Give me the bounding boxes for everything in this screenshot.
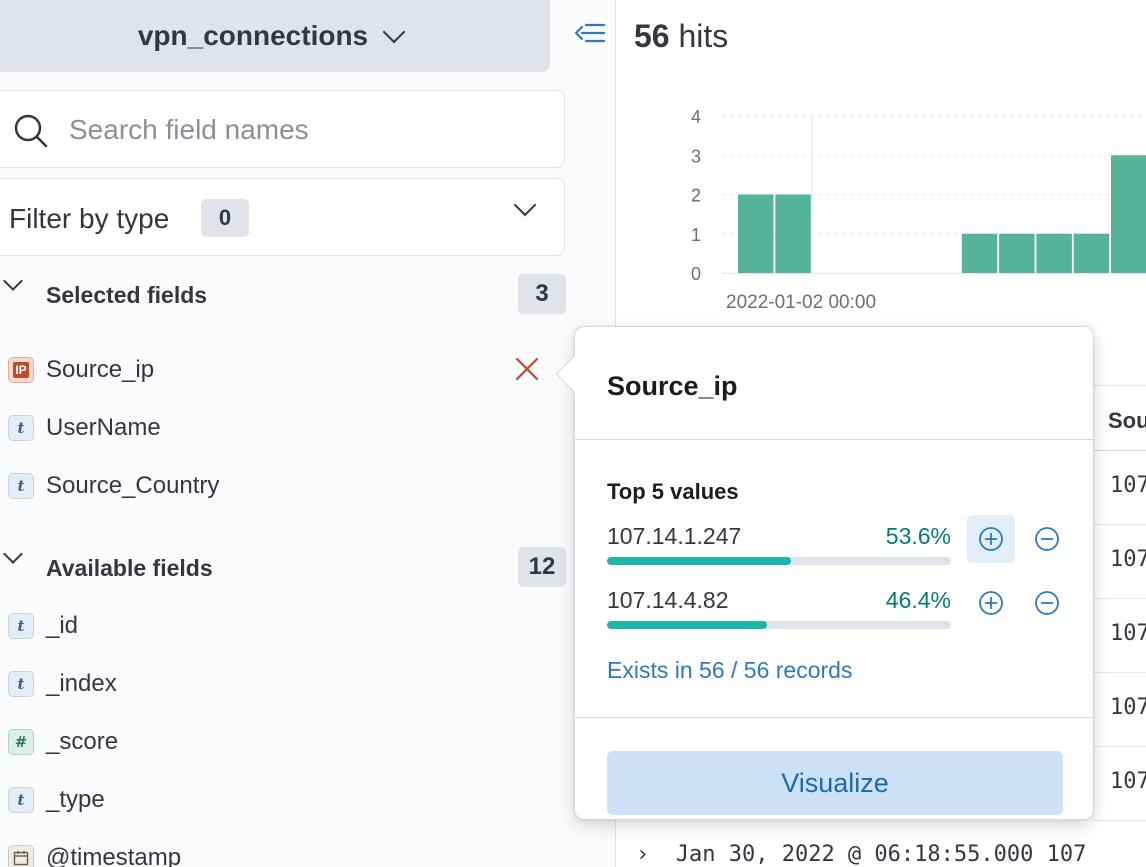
top-value-row: 107.14.1.247 53.6% [607, 515, 1077, 573]
selected-fields-toggle[interactable]: Selected fields 3 [0, 271, 566, 314]
row-timestamp: Jan 30, 2022 @ 06:18:55.000 107 [675, 842, 1087, 867]
expand-row-icon[interactable]: › [636, 842, 676, 867]
hits-count: 56 hits [634, 18, 728, 55]
available-fields-count: 12 [518, 547, 566, 587]
filter-out-value-button[interactable] [1023, 515, 1071, 563]
string-type-icon: t [8, 473, 34, 499]
table-row[interactable]: 107 [1092, 525, 1146, 599]
chevron-down-icon [513, 193, 537, 217]
field-name: _index [46, 670, 117, 697]
string-type-icon: t [8, 415, 34, 441]
visualize-button[interactable]: Visualize [607, 751, 1063, 815]
field-name: _type [46, 786, 105, 813]
y-tick-label: 1 [691, 225, 701, 245]
chevron-down-icon [3, 271, 23, 291]
search-field-input[interactable] [69, 113, 529, 147]
plus-circle-icon [979, 527, 1003, 551]
selected-fields-title: Selected fields [46, 282, 208, 308]
top-values-title: Top 5 values [607, 479, 739, 504]
histogram-bar [738, 194, 774, 273]
field-item-type[interactable]: t _type [0, 780, 560, 820]
table-row[interactable]: 107 [1092, 599, 1146, 673]
field-sidebar: vpn_connections Filter by type 0 Selecte… [0, 0, 615, 867]
histogram-bar [1111, 155, 1146, 273]
table-row[interactable]: 107 [1092, 747, 1146, 821]
collapse-sidebar-button[interactable] [572, 18, 608, 48]
collapse-left-icon [574, 23, 606, 43]
filter-by-type-label: Filter by type [9, 203, 170, 234]
available-fields-toggle[interactable]: Available fields 12 [0, 544, 566, 587]
filter-for-value-button[interactable] [967, 515, 1015, 563]
field-name: Source_ip [46, 356, 155, 383]
x-tick-label: 2022-01-02 00:00 [726, 292, 876, 313]
search-icon [14, 114, 48, 148]
calendar-icon [8, 845, 34, 867]
divider [575, 717, 1093, 718]
table-column-header[interactable]: Sou [1092, 385, 1146, 451]
value-percent: 53.6% [885, 523, 951, 549]
available-fields-title: Available fields [46, 555, 213, 581]
histogram-bar [1073, 233, 1110, 273]
value-progress-fill [607, 621, 767, 629]
value-progress-track [607, 621, 951, 629]
divider [575, 439, 1093, 440]
field-name: _score [46, 728, 119, 755]
histogram-bar [961, 233, 998, 273]
histogram-bar [775, 194, 811, 273]
ip-type-icon: IP [8, 357, 34, 383]
index-pattern-selector[interactable]: vpn_connections [0, 0, 550, 72]
top-value-row: 107.14.4.82 46.4% [607, 587, 1077, 637]
y-tick-label: 4 [691, 107, 701, 127]
remove-field-icon[interactable] [513, 355, 541, 383]
hits-label: hits [678, 18, 729, 54]
string-type-icon: t [8, 613, 34, 639]
field-name: @timestamp [46, 844, 182, 867]
field-name: _id [46, 612, 79, 639]
hits-number: 56 [634, 18, 670, 54]
filter-out-value-button[interactable] [1023, 579, 1071, 627]
histogram-chart[interactable]: 0 1 2 3 4 2022-01-02 00:00 [616, 100, 1146, 325]
value-progress-track [607, 557, 951, 565]
value-label: 107.14.4.82 [607, 587, 729, 613]
field-item-id[interactable]: t _id [0, 606, 560, 646]
string-type-icon: t [8, 787, 34, 813]
field-item-source-ip[interactable]: IP Source_ip [0, 350, 560, 390]
histogram-bar [1036, 233, 1072, 273]
exists-in-records-link[interactable]: Exists in 56 / 56 records [607, 657, 852, 684]
chevron-down-icon [382, 20, 406, 44]
number-type-icon: # [8, 729, 34, 755]
field-item-score[interactable]: # _score [0, 722, 560, 762]
field-name: UserName [46, 414, 161, 441]
value-progress-fill [607, 557, 792, 565]
field-item-source-country[interactable]: t Source_Country [0, 466, 560, 506]
chevron-down-icon [3, 544, 23, 564]
y-tick-label: 0 [691, 264, 701, 284]
table-row[interactable]: › Jan 30, 2022 @ 06:18:55.000 107 [636, 842, 1086, 867]
y-tick-label: 2 [691, 186, 701, 206]
y-tick-label: 3 [691, 146, 701, 166]
field-item-username[interactable]: t UserName [0, 408, 560, 448]
filter-for-value-button[interactable] [967, 579, 1015, 627]
filter-count-badge: 0 [201, 199, 249, 237]
filter-by-type-button[interactable]: Filter by type 0 [0, 178, 565, 256]
field-item-timestamp[interactable]: @timestamp [0, 838, 560, 867]
field-name: Source_Country [46, 472, 220, 499]
selected-fields-count: 3 [518, 274, 566, 314]
table-row[interactable]: 107 [1092, 451, 1146, 525]
field-item-index[interactable]: t _index [0, 664, 560, 704]
table-row[interactable]: 107 [1092, 673, 1146, 747]
field-search [0, 90, 565, 168]
minus-circle-icon [1035, 591, 1059, 615]
histogram-bar [999, 233, 1035, 273]
field-details-popover: Source_ip Top 5 values 107.14.1.247 53.6… [555, 326, 1094, 820]
value-percent: 46.4% [885, 587, 951, 613]
minus-circle-icon [1035, 527, 1059, 551]
index-pattern-name: vpn_connections [137, 20, 369, 51]
popover-title: Source_ip [607, 371, 738, 401]
string-type-icon: t [8, 671, 34, 697]
value-label: 107.14.1.247 [607, 523, 742, 549]
plus-circle-icon [979, 591, 1003, 615]
